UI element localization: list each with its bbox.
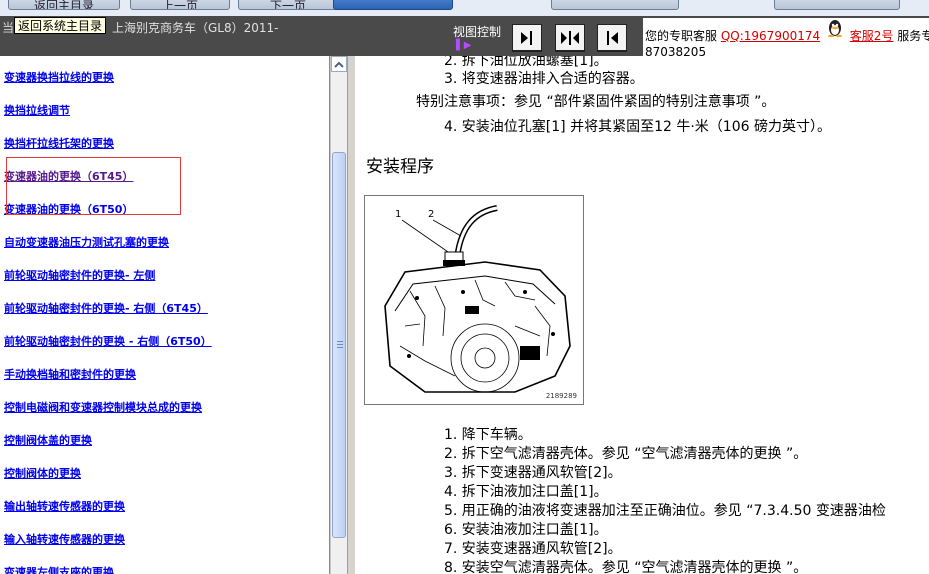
collapse-right-button[interactable] <box>597 24 627 52</box>
nav-item[interactable]: 前轮驱动轴密封件的更换- 右侧（6T45） <box>4 300 208 316</box>
step-line: 7. 安装变速器通风软管[2]。 <box>444 541 622 557</box>
step-line: 6. 安装油液加注口盖[1]。 <box>444 522 608 538</box>
nav-item[interactable]: 换挡拉线调节 <box>4 102 70 118</box>
toolbar-button-right-2[interactable] <box>774 0 900 10</box>
nav-item[interactable]: 控制电磁阀和变速器控制模块总成的更换 <box>4 399 202 415</box>
support-qq-link[interactable]: QQ:1967900174 <box>721 29 820 43</box>
nav-item[interactable]: 手动换档轴和密封件的更换 <box>4 366 136 382</box>
support-kf-link[interactable]: 客服2号 <box>850 29 894 43</box>
chevron-up-icon <box>334 61 344 68</box>
sidebar-nav: 变速器换挡拉线的更换 换挡拉线调节 换挡杆拉线托架的更换 变速器油的更换（6T4… <box>0 56 330 574</box>
scroll-grip <box>337 347 343 348</box>
nav-item[interactable]: 变速器左侧支座的更换 <box>4 564 114 574</box>
nav-item[interactable]: 输入轴转速传感器的更换 <box>4 531 125 547</box>
breadcrumb: 上海别克商务车（GL8）2011- <box>112 21 279 35</box>
nav-item[interactable]: 输出轴转速传感器的更换 <box>4 498 125 514</box>
selection-highlight-box <box>6 157 181 215</box>
scroll-grip <box>337 344 343 345</box>
sidebar-scrollbar[interactable] <box>330 56 347 574</box>
nav-item[interactable]: 变速器换挡拉线的更换 <box>4 69 114 85</box>
nav-item[interactable]: 前轮驱动轴密封件的更换 - 右侧（6T50） <box>4 333 212 349</box>
support-panel: 您的专职客服 QQ:1967900174 客服2号 服务专 87038205 <box>643 18 929 56</box>
collapse-left-icon <box>517 29 537 47</box>
support-prefix: 您的专职客服 <box>645 29 718 43</box>
step-line: 5. 用正确的油液将变速器加注至正确油位。参见 “7.3.4.50 变速器油检 <box>444 503 886 519</box>
nav-item[interactable]: 自动变速器油压力测试孔塞的更换 <box>4 234 169 250</box>
transmission-illustration: 1 2 2189289 <box>364 195 584 405</box>
section-title: 安装程序 <box>366 157 434 177</box>
step-line: 3. 将变速器油排入合适的容器。 <box>444 71 644 87</box>
support-phone: 87038205 <box>645 45 707 56</box>
top-toolbar: 返回主目录 上一页 下一页 <box>0 0 929 16</box>
qq-penguin-icon[interactable] <box>826 19 844 37</box>
step-line: 4. 拆下油液加注口盖[1]。 <box>444 484 608 500</box>
step-line: 3. 拆下变速器通风软管[2]。 <box>444 465 622 481</box>
breadcrumb-prefix: 当 <box>2 21 15 35</box>
scroll-grip <box>337 341 343 342</box>
step-line: 8. 安装空气滤清器壳体。参见 “空气滤清器壳体的更换 ”。 <box>444 560 808 574</box>
nav-item[interactable]: 控制阀体的更换 <box>4 465 81 481</box>
view-indicator-icon: ▌▶ <box>456 40 472 51</box>
support-line: 您的专职客服 QQ:1967900174 客服2号 服务专 <box>645 27 929 44</box>
split-view-button[interactable] <box>555 24 585 52</box>
collapse-right-icon <box>607 31 618 45</box>
nav-item[interactable]: 控制阀体盖的更换 <box>4 432 92 448</box>
step-line: 1. 降下车辆。 <box>444 427 532 443</box>
toolbar-button-right-1[interactable] <box>551 0 679 10</box>
nav-item[interactable]: 换挡杆拉线托架的更换 <box>4 135 114 151</box>
header-bar: 当 返回系统主目录 上海别克商务车（GL8）2011- 视图控制 ▌▶ 您的专职… <box>0 16 929 56</box>
scroll-up-arrow[interactable] <box>331 56 347 72</box>
nav-item[interactable]: 前轮驱动轴密封件的更换- 左侧 <box>4 267 155 283</box>
step-line: 4. 安装油位孔塞[1] 并将其紧固至12 牛·米（106 磅力英寸）。 <box>444 119 831 135</box>
support-suffix: 服务专 <box>897 29 929 43</box>
home-tooltip: 返回系统主目录 <box>14 17 107 34</box>
toolbar-button-blue[interactable] <box>333 0 453 10</box>
view-control-label: 视图控制 <box>453 25 502 39</box>
split-view-icon <box>561 31 579 45</box>
figure-code: 2189289 <box>545 392 577 400</box>
prev-page-button[interactable]: 上一页 <box>130 0 230 10</box>
content-pane: 2. 拆下油位放油螺塞[1]。 3. 将变速器油排入合适的容器。 特别注意事项：… <box>356 56 929 574</box>
home-button[interactable]: 返回主目录 <box>8 0 120 10</box>
collapse-left-button[interactable] <box>512 24 542 52</box>
step-line: 2. 拆下空气滤清器壳体。参见 “空气滤清器壳体的更换 ”。 <box>444 446 808 462</box>
caution-note: 特别注意事项：参见 “部件紧固件紧固的特别注意事项 ”。 <box>416 94 776 110</box>
pane-splitter[interactable] <box>347 56 356 574</box>
transmission-drawing-icon <box>384 205 571 393</box>
scroll-thumb[interactable] <box>332 152 346 538</box>
next-page-button[interactable]: 下一页 <box>238 0 338 10</box>
